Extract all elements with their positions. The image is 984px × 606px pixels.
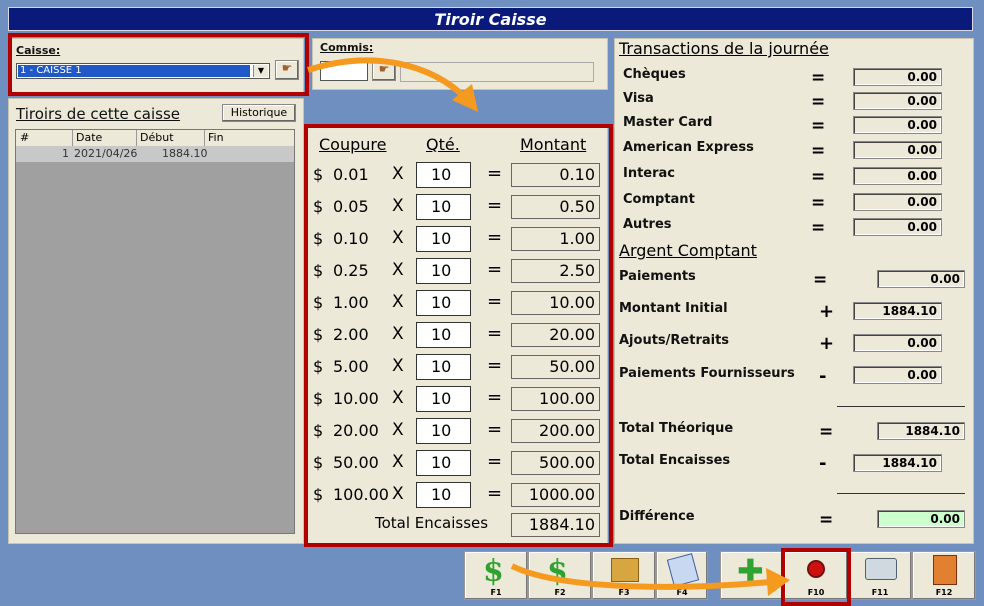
arrow-head [766,568,790,596]
arrow-caisse-to-coupures [307,57,471,103]
annotation-arrows [307,57,790,596]
arrow-to-f10 [510,563,771,590]
